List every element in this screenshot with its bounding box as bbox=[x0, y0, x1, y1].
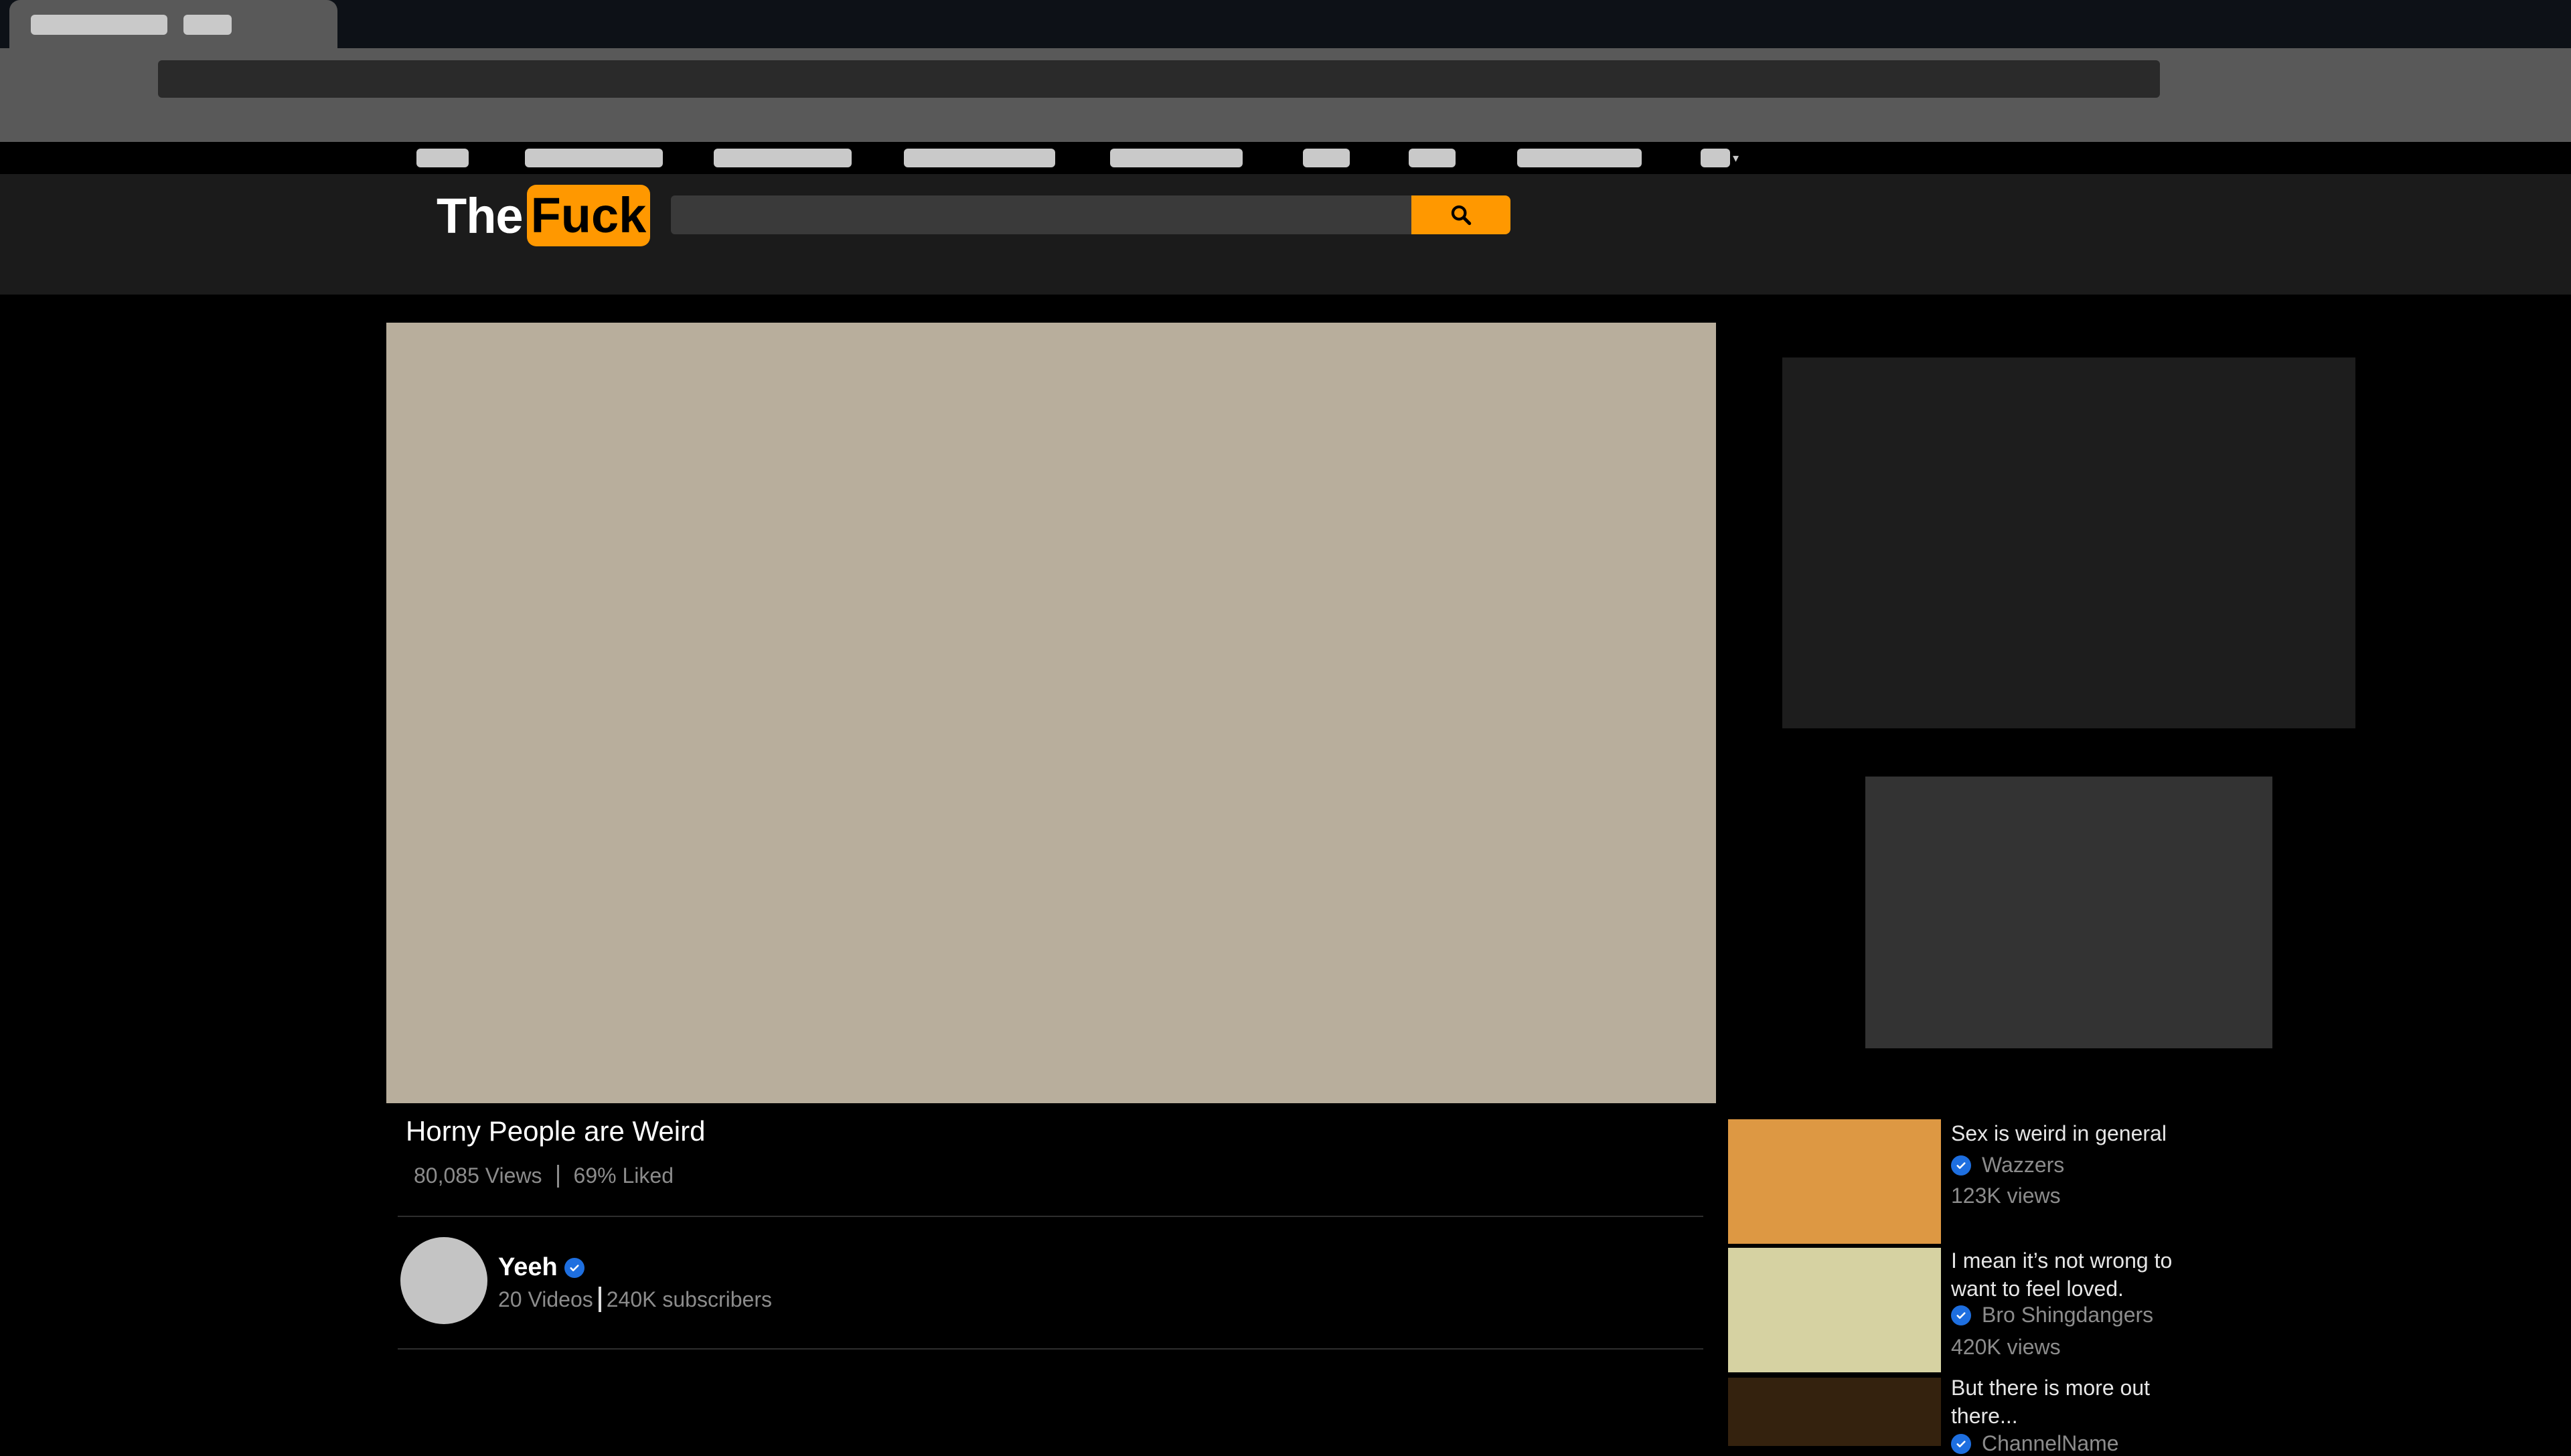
site-header bbox=[0, 174, 2571, 295]
recommended-channel-name[interactable]: Bro Shingdangers bbox=[1982, 1303, 2153, 1327]
recommended-views: 420K views bbox=[1951, 1335, 2061, 1359]
nav-item[interactable] bbox=[1409, 149, 1456, 167]
ad-banner-large[interactable] bbox=[1782, 357, 2355, 728]
recommended-views: 123K views bbox=[1951, 1184, 2061, 1208]
site-logo[interactable]: The Fuck bbox=[437, 183, 651, 248]
browser-tab-strip bbox=[0, 0, 2571, 48]
logo-text-the: The bbox=[437, 187, 524, 244]
nav-item[interactable] bbox=[1517, 149, 1642, 167]
view-count: 80,085 Views bbox=[414, 1163, 542, 1188]
section-divider bbox=[398, 1216, 1703, 1217]
search-input[interactable] bbox=[671, 195, 1411, 234]
video-player[interactable] bbox=[386, 323, 1716, 1103]
chevron-down-icon: ▾ bbox=[1733, 151, 1739, 165]
recommended-thumbnail[interactable] bbox=[1728, 1378, 1941, 1446]
channel-name-row[interactable]: Yeeh bbox=[498, 1253, 585, 1282]
language-selector[interactable] bbox=[1701, 149, 1730, 167]
channel-avatar[interactable] bbox=[400, 1237, 487, 1324]
tab-title-placeholder bbox=[183, 15, 232, 35]
recommended-channel[interactable]: ChannelName bbox=[1951, 1431, 2119, 1456]
channel-video-count: 20 Videos bbox=[498, 1287, 593, 1311]
search-button[interactable] bbox=[1411, 195, 1510, 234]
recommended-thumbnail[interactable] bbox=[1728, 1248, 1941, 1372]
recommended-channel-name[interactable]: ChannelName bbox=[1982, 1431, 2119, 1456]
nav-item[interactable] bbox=[904, 149, 1055, 167]
logo-text-badge: Fuck bbox=[526, 185, 651, 246]
tab-title-placeholder bbox=[31, 15, 167, 35]
channel-subscriber-count: 240K subscribers bbox=[606, 1287, 772, 1311]
recommended-channel[interactable]: Wazzers bbox=[1951, 1153, 2064, 1178]
recommended-channel-name[interactable]: Wazzers bbox=[1982, 1153, 2064, 1178]
recommended-thumbnail[interactable] bbox=[1728, 1119, 1941, 1244]
stat-divider bbox=[556, 1164, 559, 1188]
verified-icon bbox=[1951, 1155, 1971, 1176]
site-nav-strip bbox=[0, 142, 2571, 174]
recommended-title[interactable]: Sex is weird in general bbox=[1951, 1119, 2205, 1147]
like-percentage: 69% Liked bbox=[573, 1163, 674, 1188]
section-divider bbox=[398, 1348, 1703, 1350]
verified-icon bbox=[1951, 1433, 1971, 1454]
recommended-title[interactable]: I mean it’s not wrong to want to feel lo… bbox=[1951, 1246, 2179, 1303]
meta-divider bbox=[598, 1287, 601, 1312]
nav-item[interactable] bbox=[1110, 149, 1243, 167]
channel-name[interactable]: Yeeh bbox=[498, 1253, 558, 1282]
address-bar[interactable] bbox=[158, 60, 2160, 98]
verified-icon bbox=[1951, 1305, 1971, 1325]
video-title: Horny People are Weird bbox=[406, 1115, 706, 1147]
nav-item[interactable] bbox=[525, 149, 663, 167]
nav-item[interactable] bbox=[714, 149, 852, 167]
video-stats: 80,085 Views 69% Liked bbox=[414, 1163, 674, 1188]
search-icon bbox=[1451, 205, 1472, 226]
recommended-channel[interactable]: Bro Shingdangers bbox=[1951, 1303, 2153, 1327]
nav-item[interactable] bbox=[416, 149, 469, 167]
ad-banner-small[interactable] bbox=[1865, 777, 2272, 1048]
nav-item[interactable] bbox=[1303, 149, 1350, 167]
channel-meta: 20 Videos 240K subscribers bbox=[498, 1287, 772, 1312]
recommended-title[interactable]: But there is more out there... bbox=[1951, 1374, 2152, 1430]
verified-icon bbox=[564, 1257, 585, 1278]
